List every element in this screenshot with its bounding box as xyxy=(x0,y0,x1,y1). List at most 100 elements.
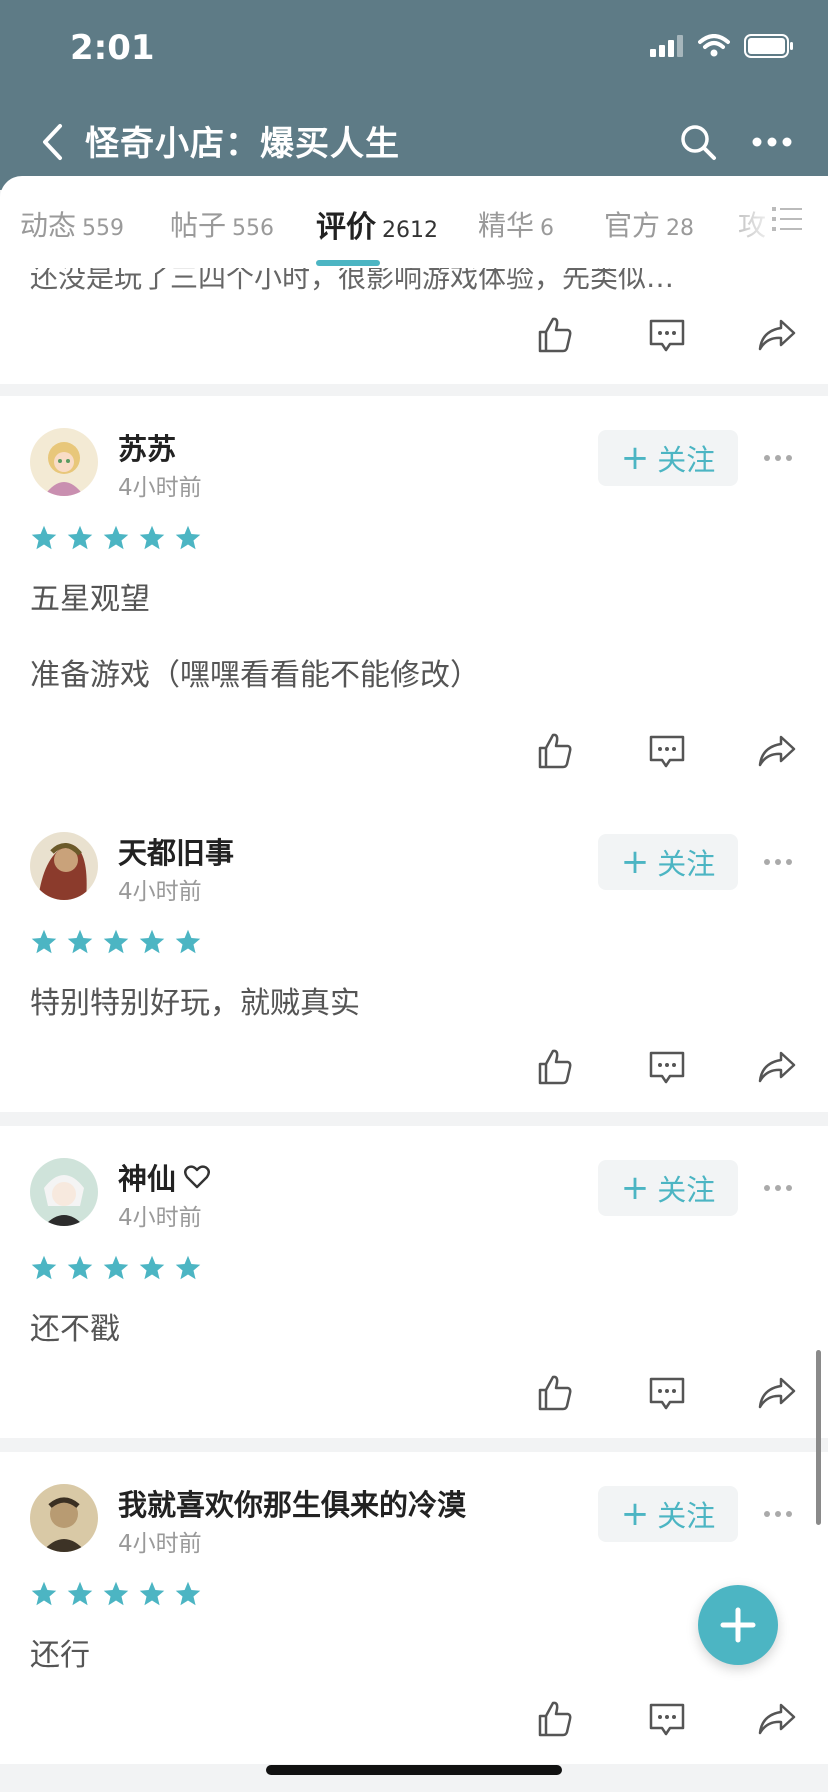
plus-icon xyxy=(720,1607,756,1643)
follow-label: 关注 xyxy=(657,443,716,477)
more-dots-icon xyxy=(764,1185,792,1191)
review-text: 还不戳 xyxy=(30,1312,120,1347)
avatar[interactable] xyxy=(30,832,98,900)
tab-dynamics[interactable]: 动态 559 xyxy=(20,204,124,244)
username-text: 神仙 xyxy=(118,1162,177,1196)
star-icon xyxy=(31,929,57,954)
card-more-button[interactable] xyxy=(758,1176,798,1200)
tab-count: 556 xyxy=(232,216,275,241)
thumbs-up-icon xyxy=(538,1375,572,1411)
tab-official[interactable]: 官方 28 xyxy=(604,204,694,244)
share-button[interactable] xyxy=(752,1368,802,1418)
like-button[interactable] xyxy=(530,1368,580,1418)
review-card: 神仙 4小时前 + 关注 还不戳 xyxy=(0,1126,828,1438)
share-icon xyxy=(758,1377,796,1409)
star-icon xyxy=(139,525,165,550)
active-tab-indicator xyxy=(316,260,380,266)
follow-button[interactable]: + 关注 xyxy=(598,1486,738,1542)
comment-button[interactable] xyxy=(642,310,692,360)
like-button[interactable] xyxy=(530,726,580,776)
back-button[interactable] xyxy=(28,112,76,172)
comment-button[interactable] xyxy=(642,1694,692,1744)
follow-label: 关注 xyxy=(657,1499,716,1533)
tab-count: 6 xyxy=(540,216,555,241)
review-card-actions xyxy=(0,708,828,800)
star-rating xyxy=(30,1254,202,1282)
review-card: 天都旧事 4小时前 + 关注 特别特别好玩，就贼真实 xyxy=(0,800,828,1112)
like-button[interactable] xyxy=(530,1694,580,1744)
follow-button[interactable]: + 关注 xyxy=(598,834,738,890)
page-title: 怪奇小店：爆买人生 xyxy=(85,124,400,164)
follow-button[interactable]: + 关注 xyxy=(598,430,738,486)
username[interactable]: 天都旧事 xyxy=(118,830,234,872)
more-dots-icon xyxy=(764,859,792,865)
card-more-button[interactable] xyxy=(758,850,798,874)
avatar[interactable] xyxy=(30,1158,98,1226)
star-icon xyxy=(67,1581,93,1606)
thumbs-up-icon xyxy=(538,317,572,353)
tab-label: 精华 xyxy=(478,209,535,242)
review-actions xyxy=(530,726,800,776)
username[interactable]: 神仙 xyxy=(118,1156,210,1198)
signal-icon xyxy=(650,35,683,57)
comment-button[interactable] xyxy=(642,726,692,776)
review-card-partial: 还没是玩了三四个小时，很影响游戏体验，先类似… xyxy=(0,268,828,384)
star-icon xyxy=(103,929,129,954)
create-review-fab[interactable] xyxy=(698,1585,778,1665)
share-icon xyxy=(758,1051,796,1083)
avatar[interactable] xyxy=(30,428,98,496)
star-icon xyxy=(175,1255,201,1280)
timestamp: 4小时前 xyxy=(118,475,202,501)
status-time: 2:01 xyxy=(70,28,155,68)
more-options-button[interactable] xyxy=(742,112,802,172)
comment-button[interactable] xyxy=(642,1368,692,1418)
more-dots-icon xyxy=(752,137,792,147)
avatar[interactable] xyxy=(30,1484,98,1552)
review-list[interactable]: 还没是玩了三四个小时，很影响游戏体验，先类似… 苏苏 4小时前 + 关注 五星观… xyxy=(0,268,828,1792)
star-rating xyxy=(30,1580,202,1608)
star-icon xyxy=(67,1255,93,1280)
tab-featured[interactable]: 精华 6 xyxy=(478,204,554,244)
tab-count: 2612 xyxy=(382,218,438,243)
tab-posts[interactable]: 帖子 556 xyxy=(170,204,274,244)
star-rating xyxy=(30,928,202,956)
review-actions xyxy=(530,310,800,360)
star-icon xyxy=(175,929,201,954)
tab-menu-button[interactable] xyxy=(772,206,802,236)
comment-icon xyxy=(649,1377,685,1410)
star-icon xyxy=(31,1255,57,1280)
review-actions xyxy=(530,1042,800,1092)
like-button[interactable] xyxy=(530,1042,580,1092)
status-bar: 2:01 xyxy=(0,0,828,100)
star-icon xyxy=(67,525,93,550)
timestamp: 4小时前 xyxy=(118,1531,202,1557)
card-more-button[interactable] xyxy=(758,1502,798,1526)
plus-icon: + xyxy=(620,842,650,882)
follow-label: 关注 xyxy=(657,1173,716,1207)
username[interactable]: 苏苏 xyxy=(118,426,176,468)
scroll-indicator[interactable] xyxy=(816,1350,821,1525)
follow-button[interactable]: + 关注 xyxy=(598,1160,738,1216)
share-icon xyxy=(758,1703,796,1735)
tab-reviews[interactable]: 评价 2612 xyxy=(316,202,438,246)
card-more-button[interactable] xyxy=(758,446,798,470)
comment-button[interactable] xyxy=(642,1042,692,1092)
share-icon xyxy=(758,319,796,351)
plus-icon: + xyxy=(620,1168,650,1208)
share-button[interactable] xyxy=(752,310,802,360)
star-icon xyxy=(175,525,201,550)
share-button[interactable] xyxy=(752,1694,802,1744)
tab-fade-overlay xyxy=(708,176,828,268)
review-card: 苏苏 4小时前 + 关注 五星观望 准备游戏（嘿嘿看看能不能修改） xyxy=(0,396,828,708)
search-button[interactable] xyxy=(668,112,728,172)
star-icon xyxy=(103,525,129,550)
username[interactable]: 我就喜欢你那生俱来的冷漠 xyxy=(118,1482,466,1524)
star-icon xyxy=(175,1581,201,1606)
share-button[interactable] xyxy=(752,1042,802,1092)
plus-icon: + xyxy=(620,1494,650,1534)
star-icon xyxy=(139,929,165,954)
home-indicator[interactable] xyxy=(266,1765,562,1775)
share-button[interactable] xyxy=(752,726,802,776)
like-button[interactable] xyxy=(530,310,580,360)
review-actions xyxy=(530,1694,800,1744)
